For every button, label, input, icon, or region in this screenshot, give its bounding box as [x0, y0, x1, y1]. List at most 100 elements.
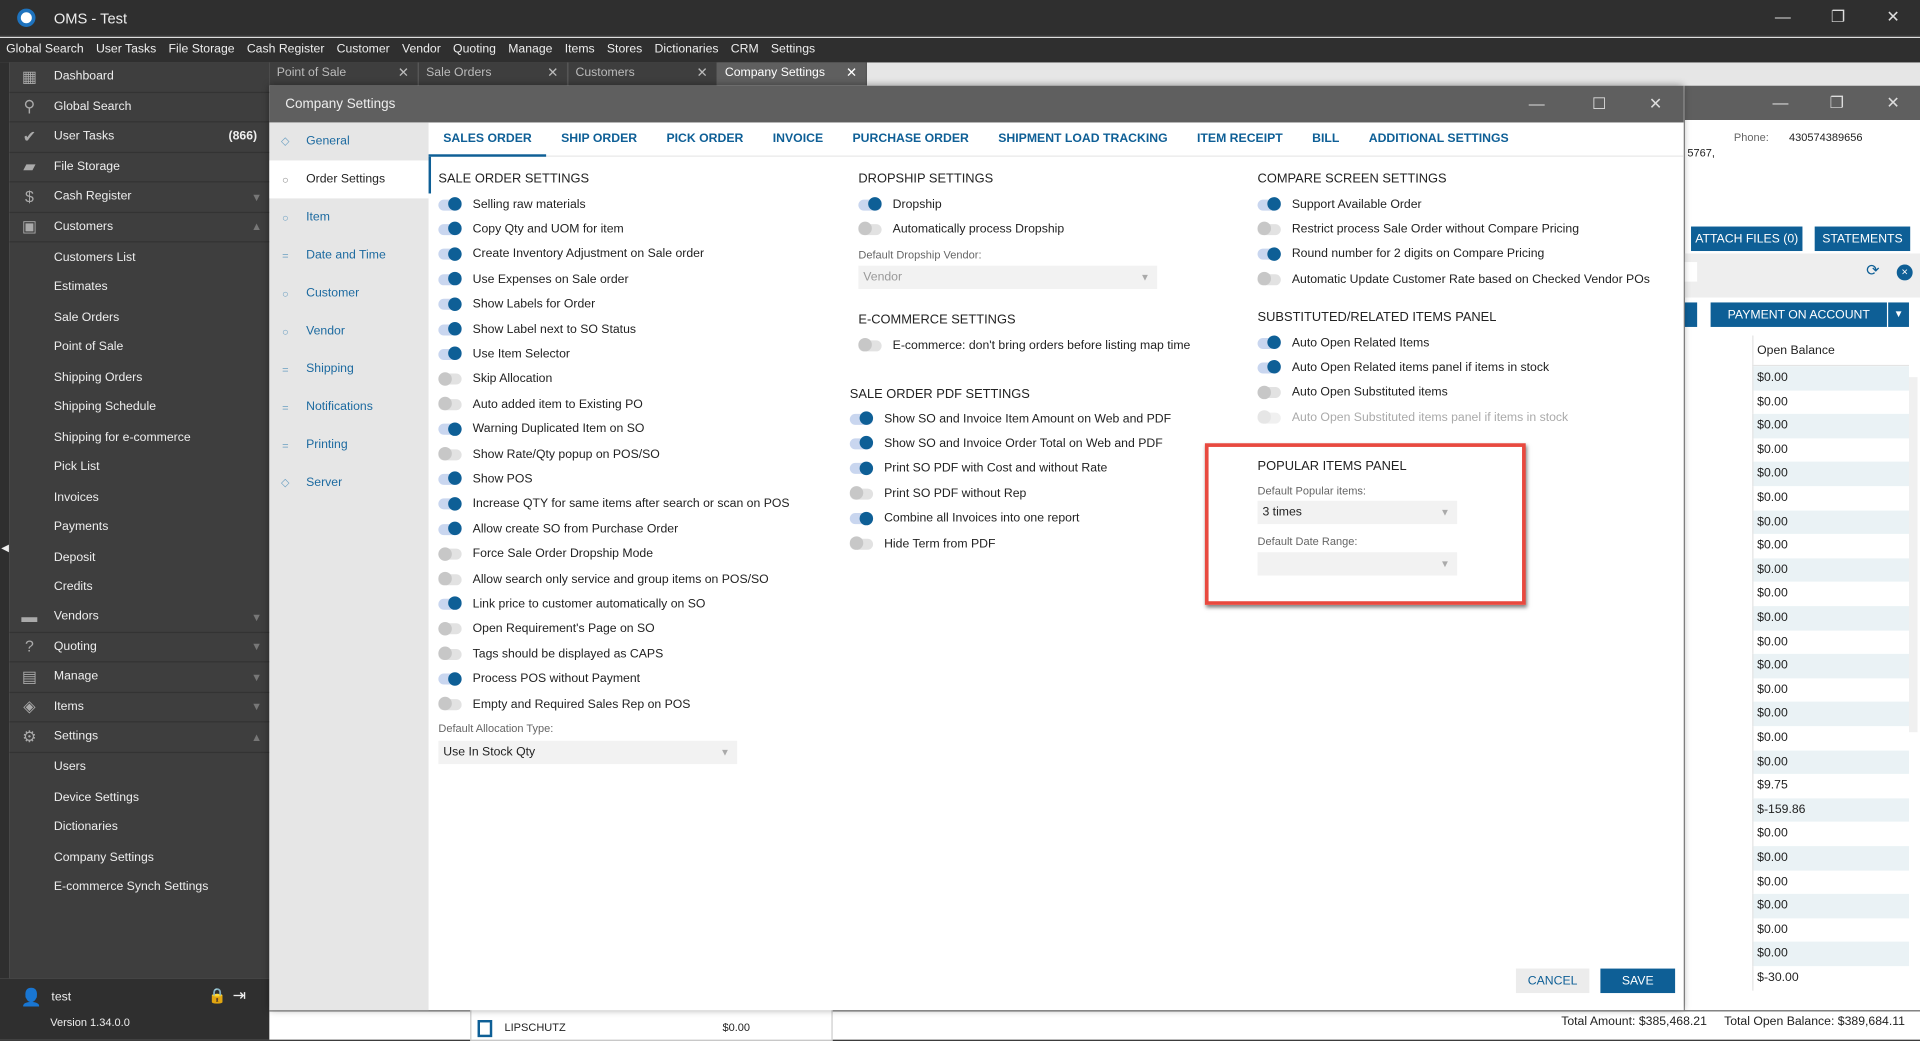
toggle-allow-search-only-service-and-group-items-on-pos-so[interactable]: Allow search only service and group item…	[438, 569, 769, 589]
tab-shipment-load-tracking[interactable]: SHIPMENT LOAD TRACKING	[984, 122, 1183, 156]
toggle-switch[interactable]	[438, 322, 462, 336]
toggle-show-labels-for-order[interactable]: Show Labels for Order	[438, 295, 595, 315]
toggle-switch[interactable]	[438, 222, 462, 236]
table-row[interactable]: $0.00	[1752, 510, 1909, 534]
toggle-show-so-and-invoice-item-amount-on-web-and-pdf[interactable]: Show SO and Invoice Item Amount on Web a…	[849, 409, 1171, 429]
sidebar-item-vendors[interactable]: ▬ Vendors ▼	[9, 602, 270, 633]
close-tab-icon[interactable]: ✕	[696, 65, 707, 81]
toggle-use-item-selector[interactable]: Use Item Selector	[438, 345, 570, 365]
tab-company-settings[interactable]: Company Settings ✕	[717, 62, 867, 86]
toggle-selling-raw-materials[interactable]: Selling raw materials	[438, 195, 586, 215]
toggle-switch[interactable]	[438, 396, 462, 411]
toggle-switch[interactable]	[849, 511, 874, 525]
toggle-switch[interactable]	[438, 197, 462, 211]
attach-files-button[interactable]: ATTACH FILES (0)	[1691, 226, 1803, 252]
settings-nav-shipping[interactable]: = Shipping	[269, 350, 428, 388]
toggle-switch[interactable]	[849, 486, 874, 500]
customer-minimize-button[interactable]: —	[1768, 93, 1792, 111]
toggle-switch[interactable]	[1257, 335, 1281, 349]
table-row[interactable]: $-30.00	[1752, 966, 1909, 991]
toggle-skip-allocation[interactable]: Skip Allocation	[438, 370, 552, 390]
sidebar-item-payments[interactable]: Payments	[10, 512, 270, 542]
tab-sale-orders[interactable]: Sale Orders ✕	[418, 62, 569, 86]
menu-customer[interactable]: Customer	[331, 38, 396, 62]
toggle-switch[interactable]	[438, 521, 462, 536]
sidebar-item-customers-list[interactable]: Customers List	[10, 242, 270, 272]
sidebar-item-settings[interactable]: ⚙ Settings ▲	[9, 722, 270, 753]
toggle-auto-open-related-items-panel-if-items-in-stock[interactable]: Auto Open Related items panel if items i…	[1257, 358, 1549, 378]
toggle-combine-all-invoices-into-one-report[interactable]: Combine all Invoices into one report	[849, 509, 1079, 529]
tab-item-receipt[interactable]: ITEM RECEIPT	[1182, 122, 1297, 156]
table-row[interactable]: $0.00	[1752, 558, 1909, 582]
toggle-switch[interactable]	[849, 436, 874, 450]
table-row[interactable]: $0.00	[1752, 366, 1909, 391]
toggle-switch[interactable]	[438, 297, 462, 311]
toggle-link-price-to-customer-automatically-on-so[interactable]: Link price to customer automatically on …	[438, 594, 705, 614]
toggle-switch[interactable]	[1257, 222, 1281, 236]
settings-nav-vendor[interactable]: ○ Vendor	[269, 312, 428, 350]
table-row[interactable]: $0.00	[1752, 870, 1909, 894]
toggle-automatically-process-dropship[interactable]: Automatically process Dropship	[858, 220, 1064, 240]
settings-nav-notifications[interactable]: = Notifications	[269, 388, 428, 426]
logout-icon[interactable]: ⇥	[233, 986, 246, 1006]
toggle-auto-added-item-to-existing-po[interactable]: Auto added item to Existing PO	[438, 395, 643, 415]
tab-point-of-sale[interactable]: Point of Sale ✕	[269, 62, 419, 86]
tab-purchase-order[interactable]: PURCHASE ORDER	[838, 122, 984, 156]
table-row[interactable]: $0.00	[1752, 726, 1909, 751]
toggle-tags-should-be-displayed-as-caps[interactable]: Tags should be displayed as CAPS	[438, 644, 663, 664]
sidebar-item-dictionaries[interactable]: Dictionaries	[10, 812, 270, 842]
toggle-switch[interactable]	[1257, 385, 1281, 399]
allocation-type-select[interactable]: Use In Stock Qty ▼	[438, 740, 738, 765]
sidebar-item-pick-list[interactable]: Pick List	[10, 452, 270, 482]
sidebar-item-users[interactable]: Users	[10, 752, 270, 782]
close-tab-icon[interactable]: ✕	[398, 65, 409, 81]
tab-additional-settings[interactable]: ADDITIONAL SETTINGS	[1354, 122, 1523, 156]
toggle-empty-and-required-sales-rep-on-pos[interactable]: Empty and Required Sales Rep on POS	[438, 694, 690, 714]
lock-icon[interactable]: 🔒	[208, 987, 226, 1004]
chevron-icon[interactable]: ▼	[251, 671, 262, 683]
sidebar-item-point-of-sale[interactable]: Point of Sale	[10, 332, 270, 362]
table-row[interactable]: $0.00	[1752, 702, 1909, 726]
dialog-maximize-button[interactable]: ☐	[1587, 94, 1611, 114]
sidebar-item-global-search[interactable]: ⚲ Global Search	[9, 92, 270, 123]
table-row[interactable]: $0.00	[1752, 606, 1909, 631]
sidebar-item-quoting[interactable]: ? Quoting ▼	[9, 632, 270, 663]
tab-sales-order[interactable]: SALES ORDER	[428, 122, 547, 157]
toggle-switch[interactable]	[438, 496, 462, 511]
toggle-show-so-and-invoice-order-total-on-web-and-pdf[interactable]: Show SO and Invoice Order Total on Web a…	[849, 434, 1163, 454]
minimize-button[interactable]: —	[1771, 7, 1795, 25]
table-row[interactable]: $0.00	[1752, 390, 1909, 414]
settings-nav-server[interactable]: ◇ Server	[269, 464, 428, 502]
payment-dropdown-button[interactable]: ▼	[1888, 302, 1909, 327]
toggle-switch[interactable]	[849, 536, 874, 550]
toggle-switch[interactable]	[849, 411, 874, 425]
toggle-round-number-for-2-digits-on-compare-pricing[interactable]: Round number for 2 digits on Compare Pri…	[1257, 245, 1544, 265]
sidebar-item-shipping-schedule[interactable]: Shipping Schedule	[10, 392, 270, 422]
table-row[interactable]: $0.00	[1752, 582, 1909, 606]
toggle-e-commerce-don-t-bring-orders-before-listing-map-time[interactable]: E-commerce: don't bring orders before li…	[858, 336, 1190, 356]
toggle-switch[interactable]	[438, 671, 462, 686]
toggle-allow-create-so-from-purchase-order[interactable]: Allow create SO from Purchase Order	[438, 519, 678, 539]
toggle-show-pos[interactable]: Show POS	[438, 469, 533, 489]
cancel-button[interactable]: CANCEL	[1515, 968, 1590, 994]
toggle-switch[interactable]	[858, 222, 882, 236]
toggle-use-expenses-on-sale-order[interactable]: Use Expenses on Sale order	[438, 270, 629, 290]
close-tab-icon[interactable]: ✕	[846, 65, 857, 81]
toggle-switch[interactable]	[438, 371, 462, 386]
menu-stores[interactable]: Stores	[601, 38, 649, 62]
table-row[interactable]: $0.00	[1752, 822, 1909, 846]
table-row[interactable]: $0.00	[1752, 414, 1909, 438]
sidebar-item-items[interactable]: ◈ Items ▼	[9, 692, 270, 723]
sidebar-item-cash-register[interactable]: $ Cash Register ▼	[9, 182, 270, 213]
menu-items[interactable]: Items	[559, 38, 601, 62]
chevron-icon[interactable]: ▲	[251, 221, 262, 233]
menu-manage[interactable]: Manage	[502, 38, 558, 62]
menu-settings[interactable]: Settings	[765, 38, 821, 62]
balance-scrollbar[interactable]	[1908, 377, 1918, 733]
table-row[interactable]: $-159.86	[1752, 798, 1909, 822]
sidebar-item-shipping-orders[interactable]: Shipping Orders	[10, 362, 270, 392]
settings-nav-general[interactable]: ◇ General	[269, 122, 428, 160]
table-row[interactable]: $0.00	[1752, 942, 1909, 966]
sidebar-item-user-tasks[interactable]: ✔ User Tasks (866)	[9, 122, 270, 153]
menu-cash-register[interactable]: Cash Register	[241, 38, 331, 62]
